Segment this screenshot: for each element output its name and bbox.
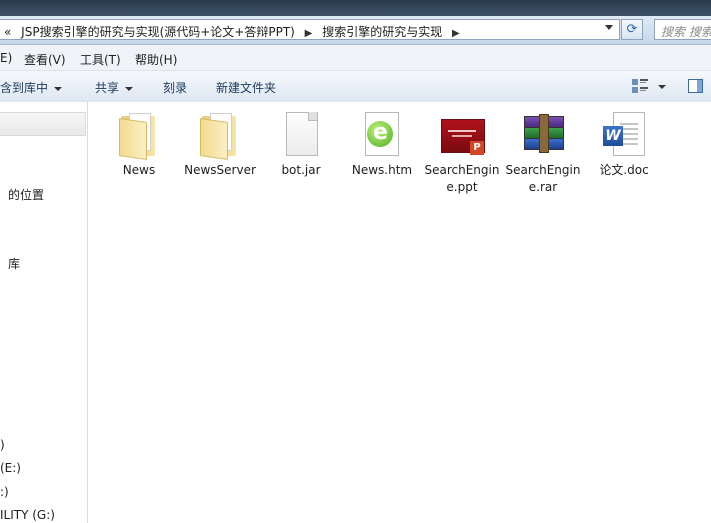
view-options-dropdown-icon[interactable] xyxy=(658,85,666,89)
file-name: SearchEngine.ppt xyxy=(424,163,500,194)
folder-icon xyxy=(115,110,163,160)
file-name: 论文.doc xyxy=(599,163,649,177)
refresh-button[interactable]: ⟳ xyxy=(621,19,643,40)
chevron-down-icon xyxy=(125,86,134,91)
file-name: SearchEngine.rar xyxy=(505,163,581,194)
change-view-icon[interactable] xyxy=(632,79,648,93)
nav-selected-item[interactable] xyxy=(0,112,86,136)
breadcrumb-overflow-chevron[interactable]: « xyxy=(4,25,11,39)
jar-file-icon xyxy=(277,110,325,158)
menu-view[interactable]: 查看(V) xyxy=(24,51,66,68)
menu-bar: E) 查看(V) 工具(T) 帮助(H) xyxy=(0,45,711,71)
preview-pane-icon[interactable] xyxy=(688,79,703,93)
menu-help[interactable]: 帮助(H) xyxy=(135,51,177,68)
new-folder-button[interactable]: 新建文件夹 xyxy=(216,79,276,96)
breadcrumb-item-current[interactable]: 搜索引擎的研究与实现 xyxy=(322,25,442,39)
file-list-view: News NewsServer bot.jar News.htm P Searc… xyxy=(88,102,711,523)
file-item-news-htm[interactable]: News.htm xyxy=(342,110,422,179)
folder-icon xyxy=(196,110,244,160)
breadcrumb-separator-icon[interactable]: ▶ xyxy=(305,28,313,39)
winrar-archive-icon xyxy=(519,110,567,158)
include-in-library-button[interactable]: 包含到库中 xyxy=(0,79,63,96)
breadcrumb-item-parent[interactable]: JSP搜索引擎的研究与实现(源代码+论文+答辩PPT) xyxy=(21,25,295,39)
powerpoint-file-icon: P xyxy=(438,110,486,158)
nav-item-recent-places[interactable]: 的位置 xyxy=(8,186,94,203)
nav-item-drive[interactable]: ) xyxy=(0,438,86,452)
nav-item-drive-g[interactable]: ILITY (G:) xyxy=(0,508,86,522)
file-name: News xyxy=(122,163,156,177)
file-item-thesis-doc[interactable]: W 论文.doc xyxy=(584,110,664,179)
html-file-icon xyxy=(358,110,406,158)
file-item-searchengine-ppt[interactable]: P SearchEngine.ppt xyxy=(422,110,502,196)
search-input[interactable]: 搜索 搜索... xyxy=(654,19,711,40)
breadcrumb-separator-icon[interactable]: ▶ xyxy=(452,28,460,39)
file-name: bot.jar xyxy=(281,163,321,177)
address-bar-row: « JSP搜索引擎的研究与实现(源代码+论文+答辩PPT) ▶ 搜索引擎的研究与… xyxy=(0,16,711,45)
file-item-news-folder[interactable]: News xyxy=(99,110,179,179)
word-document-icon: W xyxy=(600,110,648,158)
window-title-strip xyxy=(0,0,711,16)
address-history-dropdown-icon[interactable] xyxy=(605,25,613,30)
include-in-library-label: 包含到库中 xyxy=(0,81,49,95)
file-item-bot-jar[interactable]: bot.jar xyxy=(261,110,341,179)
menu-edit[interactable]: E) xyxy=(0,51,12,65)
share-button[interactable]: 共享 xyxy=(95,79,134,96)
chevron-down-icon xyxy=(54,86,63,91)
menu-tools[interactable]: 工具(T) xyxy=(80,51,121,68)
refresh-icon: ⟳ xyxy=(626,22,638,37)
file-name: News.htm xyxy=(351,163,413,177)
navigation-pane: 的位置 库 ) (E:) :) ILITY (G:) xyxy=(0,102,88,523)
nav-item-drive-f[interactable]: :) xyxy=(0,485,86,499)
nav-item-libraries[interactable]: 库 xyxy=(8,255,94,272)
address-bar[interactable]: « JSP搜索引擎的研究与实现(源代码+论文+答辩PPT) ▶ 搜索引擎的研究与… xyxy=(0,19,620,40)
file-item-searchengine-rar[interactable]: SearchEngine.rar xyxy=(503,110,583,196)
file-name: NewsServer xyxy=(184,163,256,177)
nav-item-drive-e[interactable]: (E:) xyxy=(0,461,86,475)
share-label: 共享 xyxy=(95,81,120,95)
burn-button[interactable]: 刻录 xyxy=(163,79,187,96)
command-bar: 包含到库中 共享 刻录 新建文件夹 xyxy=(0,71,711,103)
file-item-newsserver-folder[interactable]: NewsServer xyxy=(180,110,260,179)
